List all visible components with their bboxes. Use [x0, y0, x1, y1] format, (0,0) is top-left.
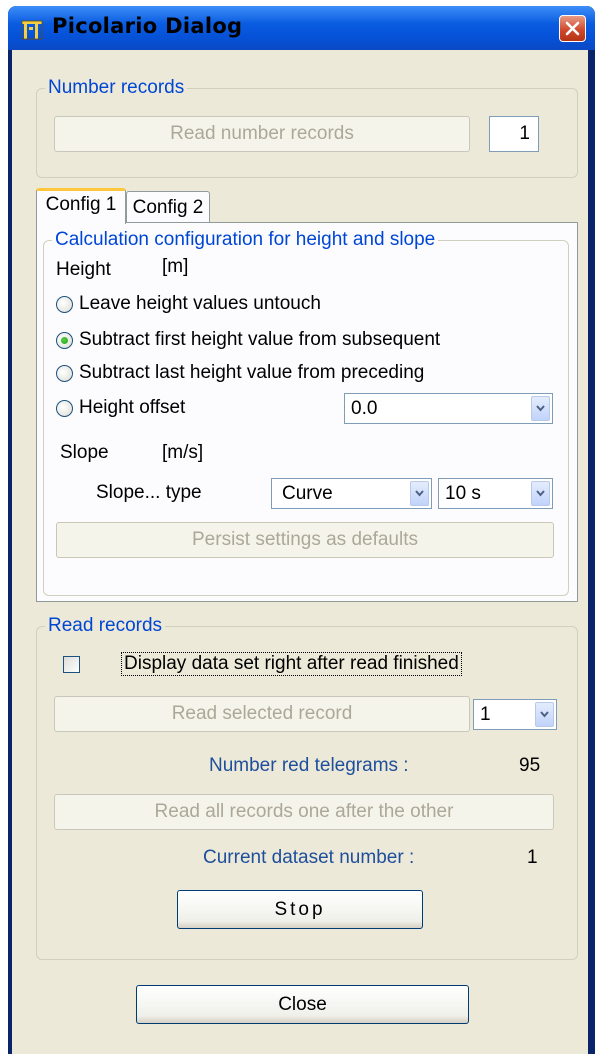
- stop-button[interactable]: Stop: [177, 890, 423, 929]
- radio-subtract-first[interactable]: Subtract first height value from subsequ…: [56, 329, 526, 353]
- chevron-down-icon[interactable]: [531, 396, 550, 421]
- display-data-checkbox[interactable]: [63, 656, 80, 673]
- slope-type-value: Curve: [282, 483, 333, 504]
- display-data-checkbox-label[interactable]: Display data set right after read finish…: [121, 652, 462, 676]
- number-records-group-label: Number records: [45, 77, 188, 99]
- chevron-down-icon[interactable]: [535, 702, 554, 727]
- height-offset-select[interactable]: 0.0: [344, 393, 553, 424]
- window-close-button[interactable]: [559, 15, 586, 42]
- slope-time-value: 10 s: [445, 483, 481, 504]
- window-title: Picolario Dialog: [52, 14, 243, 38]
- radio-subtract-last[interactable]: Subtract last height value from precedin…: [56, 362, 526, 386]
- radio-subtract-first-label: Subtract first height value from subsequ…: [79, 329, 441, 350]
- radio-leave-height-circle[interactable]: [56, 296, 73, 313]
- read-records-group: Read records Display data set right afte…: [36, 615, 578, 960]
- slope-time-select[interactable]: 10 s: [438, 478, 553, 509]
- radio-leave-height-label: Leave height values untouch: [79, 293, 321, 314]
- dialog-window: Picolario Dialog Number records Read num…: [8, 6, 595, 1054]
- radio-selected-dot: [61, 337, 68, 344]
- slope-type-select[interactable]: Curve: [271, 478, 432, 509]
- tab-config-1[interactable]: Config 1: [36, 188, 126, 224]
- title-bar[interactable]: Picolario Dialog: [8, 6, 595, 50]
- slope-label: Slope: [60, 442, 109, 463]
- slope-type-label: Slope... type: [96, 482, 202, 503]
- calculation-config-group: Calculation configuration for height and…: [43, 229, 569, 596]
- current-dataset-value: 1: [527, 847, 538, 868]
- telegrams-count-value: 95: [519, 755, 541, 776]
- config-1-panel: Calculation configuration for height and…: [36, 222, 578, 602]
- radio-leave-height[interactable]: Leave height values untouch: [56, 293, 456, 317]
- radio-height-offset-circle[interactable]: [56, 400, 73, 417]
- telegrams-count-label: Number red telegrams :: [209, 755, 409, 776]
- tab-config-2-label: Config 2: [132, 197, 204, 218]
- close-button[interactable]: Close: [136, 985, 469, 1024]
- height-label: Height: [56, 259, 111, 280]
- read-all-records-button[interactable]: Read all records one after the other: [54, 794, 554, 830]
- chevron-down-icon[interactable]: [531, 481, 550, 506]
- tab-config-1-label: Config 1: [45, 194, 117, 215]
- slope-unit-label: [m/s]: [162, 442, 204, 463]
- record-count-field[interactable]: 1: [489, 116, 539, 152]
- radio-height-offset-label: Height offset: [79, 397, 186, 418]
- persist-settings-button[interactable]: Persist settings as defaults: [56, 522, 554, 558]
- radio-subtract-last-label: Subtract last height value from precedin…: [79, 362, 425, 383]
- selected-record-select[interactable]: 1: [473, 699, 557, 730]
- app-icon: [21, 19, 43, 41]
- read-number-records-button[interactable]: Read number records: [54, 116, 470, 152]
- dialog-client-area: Number records Read number records 1 Con…: [12, 50, 588, 1054]
- chevron-down-icon[interactable]: [410, 481, 429, 506]
- number-records-group: Number records Read number records 1: [36, 77, 578, 178]
- close-x-icon: [565, 21, 580, 36]
- read-selected-record-button[interactable]: Read selected record: [54, 696, 470, 732]
- radio-height-offset[interactable]: Height offset: [56, 397, 316, 421]
- tab-config-2[interactable]: Config 2: [126, 191, 210, 222]
- current-dataset-label: Current dataset number :: [203, 847, 415, 868]
- height-offset-value: 0.0: [351, 398, 378, 419]
- radio-subtract-first-circle[interactable]: [56, 332, 73, 349]
- radio-subtract-last-circle[interactable]: [56, 365, 73, 382]
- height-unit-label: [m]: [162, 256, 189, 277]
- selected-record-value: 1: [480, 704, 491, 725]
- calculation-group-label: Calculation configuration for height and…: [52, 229, 439, 251]
- read-records-group-label: Read records: [45, 615, 166, 637]
